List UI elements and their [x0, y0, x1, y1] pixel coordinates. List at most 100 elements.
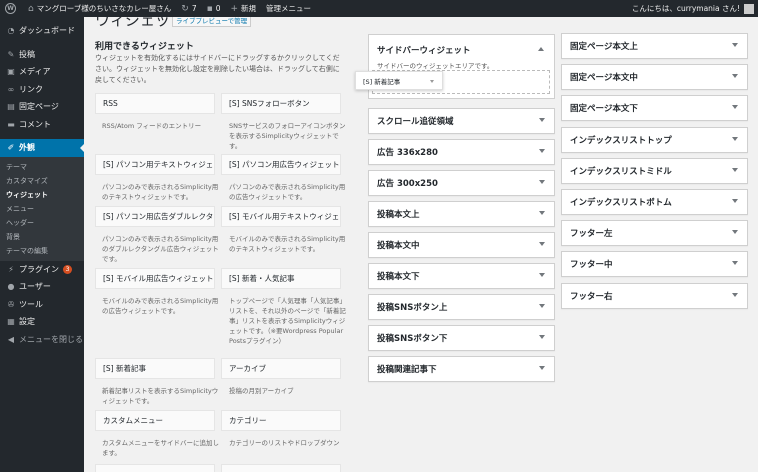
- menu-label: メディア: [19, 67, 51, 77]
- widget-area-col2-3[interactable]: インデックスリストトップ: [561, 126, 748, 153]
- expand-arrow-icon: [732, 230, 738, 235]
- menu-label: ダッシュボード: [19, 26, 75, 36]
- submenu-header[interactable]: ヘッダー: [0, 216, 84, 230]
- menu-label: ユーザー: [19, 282, 51, 292]
- admin-bar: W ⌂ マングローブ様のちいさなカレー屋さん ↻ 7 ▪ 0 + 新規 管理メニ…: [0, 0, 758, 17]
- expand-arrow-icon: [732, 74, 738, 79]
- widget-area-col1-3[interactable]: 投稿本文上: [368, 201, 555, 227]
- widget-area-col1-0[interactable]: スクロール追従領域: [368, 108, 555, 134]
- updates-link[interactable]: ↻ 7: [176, 0, 201, 17]
- widget-description: モバイルのみで表示されるSimplicity用のテキストウィジェットです。: [229, 235, 346, 253]
- widget-partial[interactable]: [95, 464, 215, 472]
- my-account-link[interactable]: こんにちは、currymania さん!: [627, 0, 758, 17]
- widget-area-col2-0[interactable]: 固定ページ本文上: [561, 33, 748, 59]
- menu-links[interactable]: ∞ リンク: [0, 81, 84, 99]
- available-widgets-description: ウィジェットを有効化するにはサイドバーにドラッグするかクリックしてください。ウィ…: [95, 54, 340, 84]
- menu-plugins[interactable]: ⚡ プラグイン 3: [0, 261, 84, 279]
- plugin-icon: ⚡: [8, 264, 14, 274]
- expand-arrow-icon: [539, 242, 545, 246]
- admin-sidebar: ◔ ダッシュボード ✎ 投稿 ▣ メディア ∞ リンク ▤ 固定ページ ▬ コメント ✐ 外観…: [0, 17, 84, 472]
- wp-logo-menu[interactable]: W: [0, 0, 23, 17]
- brush-icon: ✐: [7, 143, 15, 153]
- menu-label: コメント: [19, 119, 51, 129]
- menu-tools[interactable]: ✇ ツール: [0, 296, 84, 314]
- expand-arrow-icon: [539, 273, 545, 277]
- widget-area-col2-4[interactable]: インデックスリストミドル: [561, 157, 748, 184]
- menu-media[interactable]: ▣ メディア: [0, 63, 84, 81]
- widget-archives[interactable]: アーカイブ: [221, 358, 341, 379]
- available-widgets-title: 利用できるウィジェット: [95, 42, 194, 52]
- menu-label: プラグイン: [19, 264, 59, 274]
- widget-area-col1-8[interactable]: 投稿関連記事下: [368, 356, 555, 382]
- manage-menu-link[interactable]: 管理メニュー: [261, 0, 316, 17]
- collapse-arrow-icon[interactable]: [538, 47, 544, 51]
- widget-area-description: サイドバーのウィジェットエリアです。: [377, 62, 494, 70]
- widget-area-title: 投稿SNSボタン下: [377, 334, 448, 344]
- widget-area-col2-7[interactable]: フッター中: [561, 251, 748, 278]
- submenu-background[interactable]: 背景: [0, 230, 84, 244]
- menu-pages[interactable]: ▤ 固定ページ: [0, 98, 84, 116]
- widget-categories[interactable]: カテゴリー: [221, 410, 341, 431]
- submenu-customize[interactable]: カスタマイズ: [0, 174, 84, 188]
- widget-title: [S] モバイル用広告ウィジェット: [103, 274, 214, 283]
- widget-area-title[interactable]: サイドバーウィジェット: [377, 44, 471, 56]
- submenu-theme-editor[interactable]: テーマの編集: [0, 244, 84, 258]
- widget-mobile-text[interactable]: [S] モバイル用テキストウィジェ…: [221, 206, 341, 227]
- settings-icon: ▦: [7, 317, 15, 327]
- widget-pc-ad[interactable]: [S] パソコン用広告ウィジェット: [221, 154, 341, 175]
- widget-area-col1-6[interactable]: 投稿SNSボタン上: [368, 294, 555, 320]
- widget-area-title: 広告 300x250: [377, 179, 438, 189]
- submenu-menus[interactable]: メニュー: [0, 202, 84, 216]
- comment-icon: ▬: [7, 119, 15, 129]
- dragging-widget[interactable]: [S] 新着記事: [355, 71, 443, 90]
- site-name-link[interactable]: ⌂ マングローブ様のちいさなカレー屋さん: [23, 0, 176, 17]
- menu-dashboard[interactable]: ◔ ダッシュボード: [0, 22, 84, 40]
- greeting: こんにちは、currymania さん!: [631, 4, 740, 13]
- widget-description: カスタムメニューをサイドバーに追加します。: [102, 439, 219, 457]
- menu-settings[interactable]: ▦ 設定: [0, 313, 84, 331]
- comments-link[interactable]: ▪ 0: [202, 0, 226, 17]
- widget-new-posts[interactable]: [S] 新着記事: [95, 358, 215, 379]
- widget-area-col1-4[interactable]: 投稿本文中: [368, 232, 555, 258]
- collapse-menu[interactable]: ◀ メニューを閉じる: [0, 331, 84, 349]
- widget-rss[interactable]: RSS: [95, 93, 215, 114]
- expand-arrow-icon: [732, 105, 738, 110]
- widget-area-col1-5[interactable]: 投稿本文下: [368, 263, 555, 289]
- widget-area-col1-7[interactable]: 投稿SNSボタン下: [368, 325, 555, 351]
- menu-posts[interactable]: ✎ 投稿: [0, 46, 84, 64]
- widget-pc-double-rect[interactable]: [S] パソコン用広告ダブルレクタ…: [95, 206, 215, 227]
- wordpress-logo-icon: W: [5, 3, 16, 14]
- submenu-themes[interactable]: テーマ: [0, 160, 84, 174]
- widget-sns-follow[interactable]: [S] SNSフォローボタン: [221, 93, 341, 114]
- menu-comments[interactable]: ▬ コメント: [0, 116, 84, 134]
- menu-users[interactable]: ● ユーザー: [0, 278, 84, 296]
- submenu-widgets[interactable]: ウィジェット: [0, 188, 84, 202]
- widget-area-col2-6[interactable]: フッター左: [561, 220, 748, 247]
- widget-area-col2-1[interactable]: 固定ページ本文中: [561, 64, 748, 91]
- refresh-icon: ↻: [181, 3, 189, 14]
- widget-title: [S] 新着記事: [103, 364, 146, 373]
- widget-description: モバイルのみで表示されるSimplicity用の広告ウィジェットです。: [102, 297, 219, 315]
- widget-custom-menu[interactable]: カスタムメニュー: [95, 410, 215, 431]
- widget-partial[interactable]: [221, 464, 341, 472]
- widget-description: トップページで「人気理事「人気記事」リストを、それ以外のページで「新着記事」リス…: [229, 297, 346, 345]
- home-icon: ⌂: [28, 3, 34, 14]
- widget-area-col1-1[interactable]: 広告 336x280: [368, 139, 555, 165]
- widget-title: [S] パソコン用広告ダブルレクタ…: [103, 212, 215, 221]
- live-preview-button[interactable]: ライブプレビューで管理: [172, 17, 252, 27]
- menu-appearance[interactable]: ✐ 外観: [0, 139, 84, 157]
- widget-pc-text[interactable]: [S] パソコン用テキストウィジェ…: [95, 154, 215, 175]
- widget-area-col2-8[interactable]: フッター右: [561, 282, 748, 309]
- expand-arrow-icon: [539, 366, 545, 370]
- widget-area-col2-5[interactable]: インデックスリストボトム: [561, 189, 748, 215]
- widget-description: RSS/Atom フィードのエントリー: [102, 122, 202, 130]
- widget-area-col1-2[interactable]: 広告 300x250: [368, 170, 555, 196]
- pin-icon: ✎: [7, 49, 15, 59]
- media-icon: ▣: [7, 67, 15, 77]
- widget-new-popular[interactable]: [S] 新着・人気記事: [221, 268, 341, 289]
- widget-mobile-ad[interactable]: [S] モバイル用広告ウィジェット: [95, 268, 215, 289]
- widget-area-col2-2[interactable]: 固定ページ本文下: [561, 95, 748, 122]
- new-content-link[interactable]: + 新規: [226, 0, 262, 17]
- comments-count: 0: [215, 4, 221, 13]
- collapse-icon: ◀: [7, 334, 15, 344]
